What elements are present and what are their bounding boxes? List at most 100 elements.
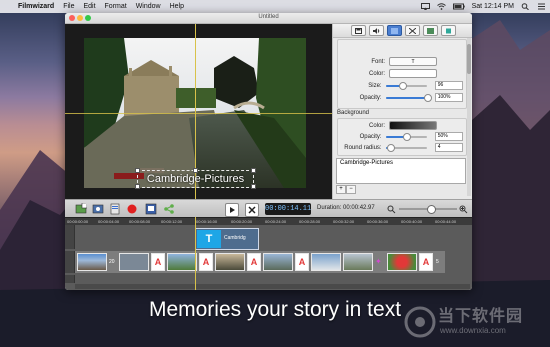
resize-handle[interactable] <box>251 184 256 189</box>
add-text-button[interactable]: + <box>336 185 346 194</box>
snapshot-icon[interactable] <box>145 203 157 215</box>
audio-track-header[interactable] <box>65 275 75 283</box>
opacity-field[interactable]: 100% <box>434 93 463 102</box>
stop-button[interactable] <box>245 203 259 217</box>
menu-list-icon[interactable] <box>537 3 546 10</box>
search-icon[interactable] <box>521 3 530 10</box>
menu-app-name[interactable]: Filmwizard <box>18 3 54 10</box>
timeline[interactable]: T Cambridg 20 A A A A ✦ A 5 <box>65 225 472 290</box>
bg-color-label: Color: <box>368 122 385 129</box>
video-clip[interactable] <box>387 253 417 271</box>
bg-color-well[interactable] <box>389 121 437 130</box>
ruler-tick: 00:00:44.00 <box>435 219 457 224</box>
share-icon[interactable] <box>163 203 175 215</box>
size-row: Size: 96 <box>333 81 463 90</box>
resize-handle[interactable] <box>135 184 140 189</box>
play-button[interactable] <box>225 203 239 217</box>
round-radius-slider[interactable] <box>385 143 427 152</box>
resize-handle[interactable] <box>135 168 140 173</box>
ruler-tick: 00:00:04.00 <box>98 219 120 224</box>
text-content-field[interactable]: Cambridge-Pictures <box>336 158 466 184</box>
watermark-text: 当下软件园 <box>438 308 524 325</box>
text-list-controls: + − <box>336 185 356 194</box>
color-row: Color: <box>333 69 463 78</box>
playhead[interactable] <box>195 217 196 290</box>
size-field[interactable]: 96 <box>434 81 463 90</box>
transition-clip[interactable]: A <box>247 253 261 271</box>
ruler-tick: 00:00:36.00 <box>367 219 389 224</box>
video-clip[interactable] <box>215 253 245 271</box>
text-track-header[interactable] <box>65 225 75 249</box>
video-track[interactable]: 20 A A A A ✦ A 5 <box>75 251 445 273</box>
title-bar[interactable]: Untitled <box>65 13 472 24</box>
tab-export-icon[interactable] <box>440 25 456 36</box>
text-clip-badge: T <box>197 230 221 248</box>
add-text-icon[interactable] <box>109 203 121 215</box>
transition-clip[interactable]: A <box>295 253 309 271</box>
tab-transition-icon[interactable] <box>404 25 420 36</box>
menu-bar: Filmwizard File Edit Format Window Help … <box>0 0 550 13</box>
bg-opacity-field[interactable]: 50% <box>434 132 463 141</box>
duration-label: Duration: 00:00:42.97 <box>317 205 375 211</box>
current-time-display: 00:00:14.11 <box>265 203 312 215</box>
tab-text-icon[interactable] <box>386 25 402 36</box>
ruler-tick: 00:00:00.00 <box>67 219 89 224</box>
resize-handle[interactable] <box>193 168 198 173</box>
video-preview[interactable]: Cambridge-Pictures <box>65 24 332 199</box>
ruler-tick: 00:00:16.00 <box>196 219 218 224</box>
transition-clip[interactable]: A <box>419 253 433 271</box>
round-radius-row: Round radius: 4 <box>333 143 463 152</box>
add-audio-icon[interactable] <box>92 203 104 215</box>
wifi-icon[interactable] <box>436 3 446 10</box>
size-slider[interactable] <box>385 81 427 90</box>
ruler-tick: 00:00:40.00 <box>401 219 423 224</box>
opacity-slider[interactable] <box>385 93 432 102</box>
horizontal-guide <box>65 113 332 114</box>
resize-handle[interactable] <box>251 168 256 173</box>
transition-clip[interactable]: A <box>151 253 165 271</box>
bg-opacity-slider[interactable] <box>385 132 427 141</box>
inspector-panel: Font: T Color: Size: 96 Opacity: 100% Ba… <box>332 24 472 199</box>
tab-save-icon[interactable] <box>350 25 366 36</box>
video-clip[interactable] <box>167 253 197 271</box>
timeline-scrollbar[interactable] <box>75 284 470 289</box>
opacity-label: Opacity: <box>359 94 382 101</box>
panel-scrollbar[interactable] <box>467 38 471 196</box>
screen-mirroring-icon[interactable] <box>420 3 430 10</box>
tab-filter-icon[interactable] <box>422 25 438 36</box>
timeline-toolbar: 00:00:14.11 Duration: 00:00:42.97 <box>65 199 472 218</box>
zoom-slider[interactable] <box>399 205 457 214</box>
transition-clip[interactable]: A <box>199 253 213 271</box>
clip-duration-marker: 5 <box>436 259 439 265</box>
video-clip[interactable] <box>119 253 149 271</box>
transition-icon: ✦ <box>375 257 382 266</box>
text-color-well[interactable] <box>389 69 437 78</box>
remove-text-button[interactable]: − <box>346 185 356 194</box>
menu-format[interactable]: Format <box>105 3 127 10</box>
font-button[interactable]: T <box>389 57 437 66</box>
ruler-tick: 00:00:24.00 <box>265 219 287 224</box>
record-icon[interactable] <box>126 203 138 215</box>
clip-duration-marker: 20 <box>109 259 115 265</box>
menu-help[interactable]: Help <box>170 3 184 10</box>
zoom-in-icon[interactable] <box>459 205 468 214</box>
text-clip[interactable]: T Cambridg <box>195 228 259 250</box>
menu-file[interactable]: File <box>63 3 74 10</box>
video-clip[interactable] <box>263 253 293 271</box>
menu-clock[interactable]: Sat 12:14 PM <box>472 3 514 10</box>
add-media-icon[interactable] <box>75 203 87 215</box>
round-radius-field[interactable]: 4 <box>434 143 463 152</box>
tab-audio-icon[interactable] <box>368 25 384 36</box>
menu-window[interactable]: Window <box>136 3 161 10</box>
inspector-tabs <box>333 24 472 38</box>
video-clip[interactable] <box>77 253 107 271</box>
text-clip-label: Cambridg <box>224 235 246 241</box>
battery-icon[interactable] <box>452 3 465 10</box>
zoom-out-icon[interactable] <box>387 205 396 214</box>
video-clip[interactable] <box>343 253 373 271</box>
ruler-tick: 00:00:32.00 <box>333 219 355 224</box>
video-clip[interactable] <box>311 253 341 271</box>
bg-opacity-label: Opacity: <box>359 133 382 140</box>
video-track-header[interactable] <box>65 251 75 273</box>
menu-edit[interactable]: Edit <box>83 3 95 10</box>
